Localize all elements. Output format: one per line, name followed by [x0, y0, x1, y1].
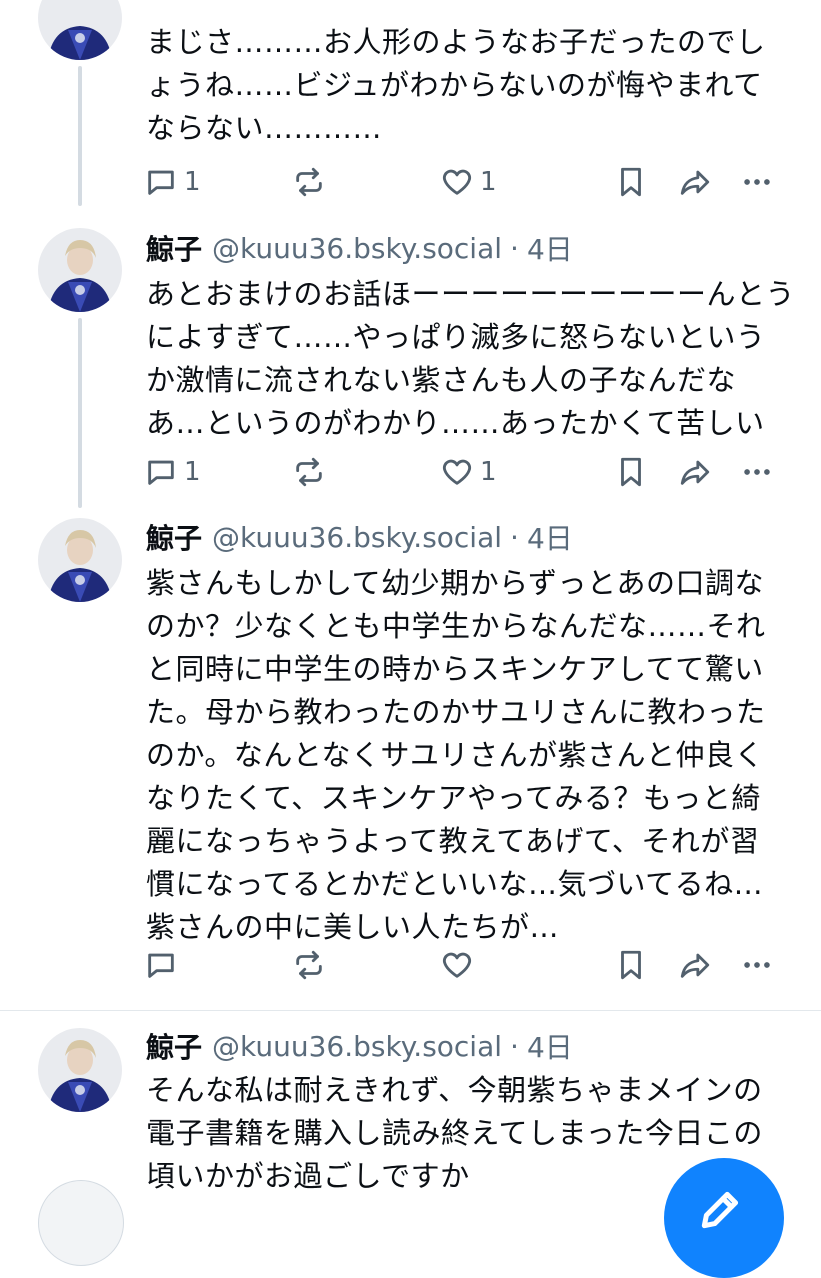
reply-count: 1	[184, 167, 201, 197]
speech-bubble-icon	[148, 953, 174, 978]
post-line: 電子書籍を購入し読み終えてしまった今日この	[146, 1116, 763, 1150]
avatar[interactable]	[38, 228, 122, 312]
post-body: 紫さんもしかして幼少期からずっとあの口調な のか？少なくとも中学生からなんだな……	[146, 562, 796, 949]
post-line: と同時に中学生の時からスキンケアしてて驚い	[146, 652, 764, 686]
bookmark-icon	[621, 950, 641, 980]
author-name[interactable]: 鯨子	[146, 517, 202, 557]
like-button[interactable]: 1	[440, 452, 497, 492]
repost-button[interactable]	[292, 945, 332, 985]
post-time[interactable]: 4日	[527, 1026, 573, 1066]
avatar[interactable]	[38, 518, 122, 602]
speech-bubble-icon	[148, 170, 174, 195]
more-dots-icon	[744, 179, 770, 185]
post-item[interactable]: 鯨子 @kuuu36.bsky.social · 4日 紫さんもしかして幼少期か…	[0, 507, 821, 1007]
avatar[interactable]	[38, 0, 122, 60]
heart-icon	[442, 459, 472, 485]
like-count: 1	[480, 167, 497, 197]
post-item[interactable]: 鯨子 @kuuu36.bsky.social · 4日 あとおまけのお話ほーーー…	[0, 215, 821, 507]
post-line: 紫さんの中に美しい人たちが…	[146, 910, 560, 944]
bookmark-icon	[621, 167, 641, 197]
more-dots-icon	[744, 469, 770, 475]
post-line: か激情に流されない紫さんも人の子なんだな	[146, 363, 737, 397]
post-actions	[140, 945, 790, 985]
speech-bubble-icon	[148, 460, 174, 485]
repost-button[interactable]	[292, 452, 332, 492]
post-actions: 1 1	[140, 162, 790, 202]
post-line: あ…というのがわかり……あったかくて苦しい	[146, 406, 765, 440]
repost-button[interactable]	[292, 162, 332, 202]
author-name[interactable]: 鯨子	[146, 228, 202, 268]
like-button[interactable]	[440, 945, 480, 985]
separator-dot: ·	[510, 1029, 519, 1063]
more-options-button[interactable]	[740, 162, 774, 202]
post-line: によすぎて……やっぱり滅多に怒らないという	[146, 320, 766, 354]
bookmark-button[interactable]	[614, 945, 648, 985]
post-line: まじさ………お人形のようなお子だったのでし	[146, 25, 766, 59]
post-line: あとおまけのお話ほーーーーーーーーーーんとう	[146, 277, 796, 311]
share-button[interactable]	[678, 452, 712, 492]
share-arrow-icon	[680, 953, 710, 978]
post-item[interactable]: まじさ………お人形のようなお子だったのでし ょうね……ビジュがわからないのが悔や…	[0, 0, 821, 215]
like-count: 1	[480, 457, 497, 487]
share-button[interactable]	[678, 945, 712, 985]
post-time[interactable]: 4日	[527, 517, 573, 557]
post-line: ょうね……ビジュがわからないのが悔やまれて	[146, 68, 763, 102]
author-name[interactable]: 鯨子	[146, 1026, 202, 1066]
post-header: 鯨子 @kuuu36.bsky.social · 4日	[146, 228, 573, 268]
post-header: 鯨子 @kuuu36.bsky.social · 4日	[146, 1026, 573, 1066]
post-actions: 1 1	[140, 452, 790, 492]
post-line: なりたくて、スキンケアやってみる？もっと綺	[146, 781, 761, 815]
reply-button[interactable]	[144, 945, 184, 985]
post-line: そんな私は耐えきれず、今朝紫ちゃまメインの	[146, 1073, 763, 1107]
post-line: た。母から教わったのかサユリさんに教わった	[146, 695, 766, 729]
compose-pencil-icon	[701, 1191, 739, 1229]
post-line: のか。なんとなくサユリさんが紫さんと仲良く	[146, 738, 765, 772]
more-options-button[interactable]	[740, 452, 774, 492]
heart-icon	[442, 169, 472, 195]
more-dots-icon	[744, 962, 770, 968]
reply-button[interactable]: 1	[144, 452, 201, 492]
post-header: 鯨子 @kuuu36.bsky.social · 4日	[146, 517, 573, 557]
post-body: まじさ………お人形のようなお子だったのでし ょうね……ビジュがわからないのが悔や…	[146, 21, 796, 150]
share-arrow-icon	[680, 460, 710, 485]
post-time[interactable]: 4日	[527, 228, 573, 268]
repost-arrows-icon	[296, 950, 322, 980]
post-line: 慣になってるとかだといいな…気づいてるね…	[146, 867, 764, 901]
post-line: ならない…………	[146, 111, 383, 145]
bookmark-button[interactable]	[614, 452, 648, 492]
bookmark-button[interactable]	[614, 162, 648, 202]
repost-arrows-icon	[296, 167, 322, 197]
separator-dot: ·	[510, 520, 519, 554]
author-handle[interactable]: @kuuu36.bsky.social	[212, 232, 502, 265]
post-line: のか？少なくとも中学生からなんだな……それ	[146, 609, 766, 643]
avatar[interactable]	[38, 1180, 124, 1266]
more-options-button[interactable]	[740, 945, 774, 985]
author-handle[interactable]: @kuuu36.bsky.social	[212, 1030, 502, 1063]
repost-arrows-icon	[296, 457, 322, 487]
post-line: 紫さんもしかして幼少期からずっとあの口調な	[146, 566, 765, 600]
share-arrow-icon	[680, 170, 710, 195]
bookmark-icon	[621, 457, 641, 487]
compose-button[interactable]	[664, 1158, 784, 1278]
reply-button[interactable]: 1	[144, 162, 201, 202]
avatar[interactable]	[38, 1028, 122, 1112]
separator-dot: ·	[510, 231, 519, 265]
post-line: 麗になっちゃうよって教えてあげて、それが習	[146, 824, 760, 858]
heart-icon	[442, 952, 472, 978]
share-button[interactable]	[678, 162, 712, 202]
post-body: あとおまけのお話ほーーーーーーーーーーんとう によすぎて……やっぱり滅多に怒らな…	[146, 273, 796, 445]
author-handle[interactable]: @kuuu36.bsky.social	[212, 521, 502, 554]
reply-count: 1	[184, 457, 201, 487]
like-button[interactable]: 1	[440, 162, 497, 202]
